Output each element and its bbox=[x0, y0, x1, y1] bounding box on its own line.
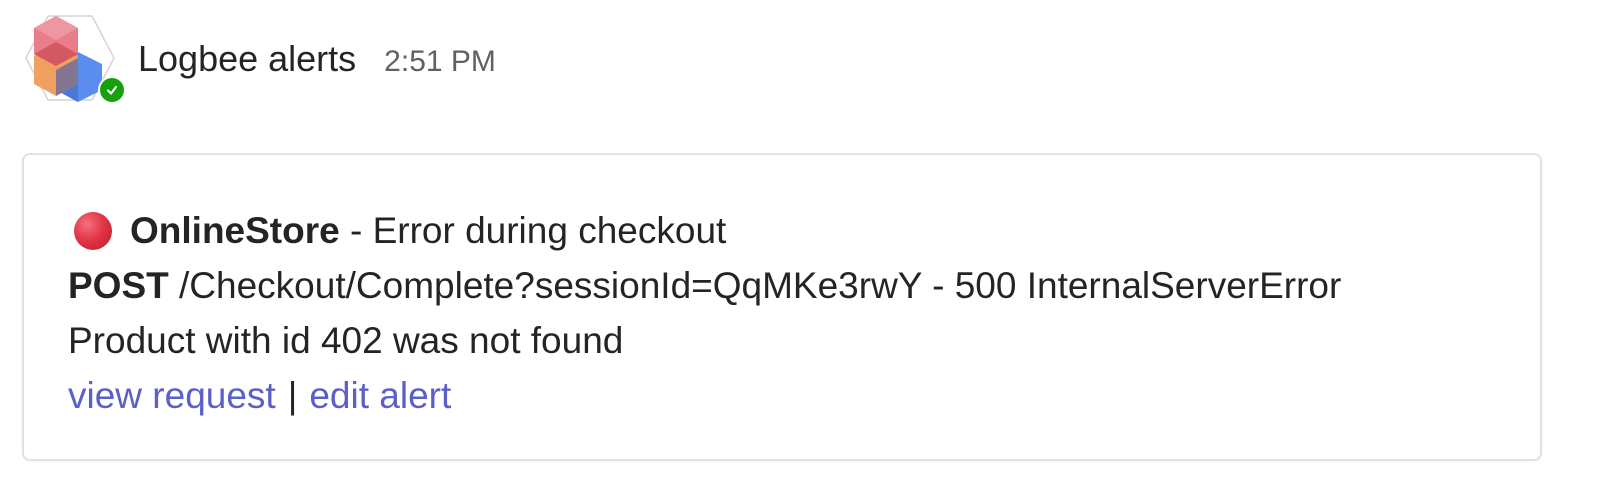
alert-title: - Error during checkout bbox=[339, 210, 727, 251]
check-icon bbox=[100, 78, 124, 102]
view-request-link[interactable]: view request bbox=[68, 368, 276, 423]
alert-card-body: OnlineStore - Error during checkout POST… bbox=[68, 203, 1510, 423]
message-header: Logbee alerts 2:51 PM bbox=[22, 14, 496, 104]
sender-name[interactable]: Logbee alerts bbox=[138, 41, 356, 77]
http-method: POST bbox=[68, 265, 169, 306]
request-line: POST /Checkout/Complete?sessionId=QqMKe3… bbox=[68, 258, 1510, 313]
alert-title-line: OnlineStore - Error during checkout bbox=[68, 203, 1510, 258]
alert-card: OnlineStore - Error during checkout POST… bbox=[22, 153, 1542, 461]
red-circle-icon bbox=[74, 211, 112, 250]
request-url-status: /Checkout/Complete?sessionId=QqMKe3rwY -… bbox=[168, 265, 1342, 306]
link-separator: | bbox=[287, 375, 298, 416]
edit-alert-link[interactable]: edit alert bbox=[309, 368, 451, 423]
chat-message: Logbee alerts 2:51 PM OnlineStore - Erro… bbox=[0, 0, 1611, 501]
avatar[interactable] bbox=[22, 14, 126, 104]
presence-badge bbox=[98, 76, 126, 104]
links-line: view request | edit alert bbox=[68, 368, 1510, 423]
message-timestamp: 2:51 PM bbox=[384, 45, 496, 78]
error-message-line: Product with id 402 was not found bbox=[68, 313, 1510, 368]
error-message: Product with id 402 was not found bbox=[68, 320, 624, 361]
app-name: OnlineStore bbox=[130, 210, 340, 251]
